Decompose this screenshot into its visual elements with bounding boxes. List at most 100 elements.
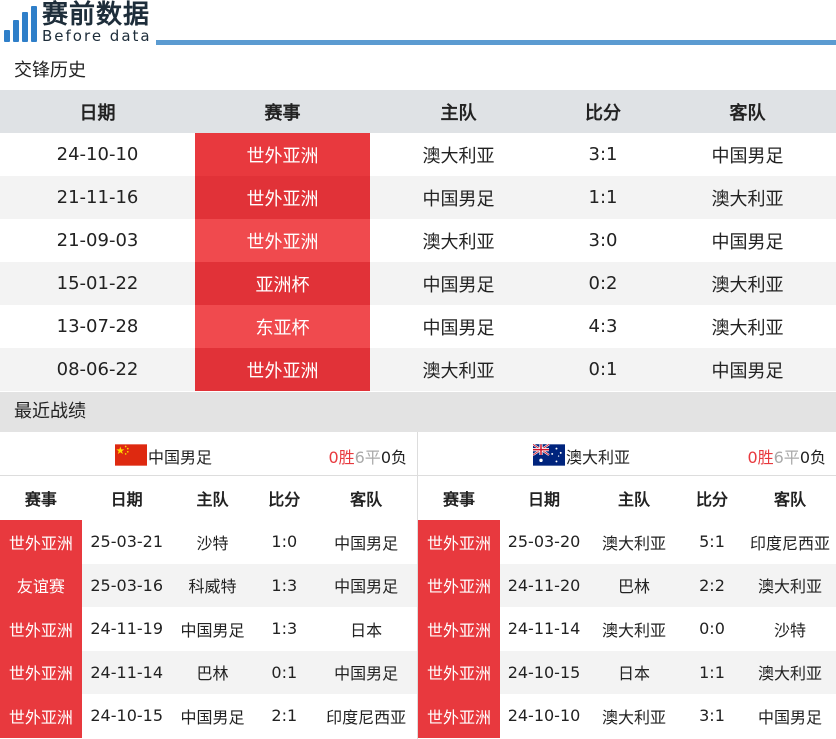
event-badge: 世外亚洲 [418,694,500,738]
event-badge: 世外亚洲 [0,520,82,564]
away-team: 澳大利亚 [711,188,784,210]
away-team: 中国男足 [334,577,399,597]
home-team: 巴林 [617,577,650,597]
recent-row[interactable]: 世外亚洲 24-11-19 中国男足 1:3 日本 [0,607,417,651]
team-name: 中国男足 [148,448,213,467]
match-score: 3:1 [699,706,725,726]
match-score: 0:0 [699,619,725,639]
recent-row[interactable]: 世外亚洲 24-10-10 澳大利亚 3:1 中国男足 [418,694,836,738]
h2h-row[interactable]: 21-11-16 世外亚洲 中国男足 1:1 澳大利亚 [0,176,836,219]
column-header-event: 赛事 [264,102,301,124]
recent-row[interactable]: 世外亚洲 25-03-20 澳大利亚 5:1 印度尼西亚 [418,520,836,564]
match-date: 24-10-15 [507,662,581,682]
column-header-home: 主队 [440,102,477,124]
recent-row[interactable]: 世外亚洲 25-03-21 沙特 1:0 中国男足 [0,520,417,564]
h2h-row[interactable]: 15-01-22 亚洲杯 中国男足 0:2 澳大利亚 [0,262,836,305]
match-date: 24-10-10 [507,706,581,726]
match-date: 24-11-20 [507,575,581,595]
team-name: 澳大利亚 [566,448,631,467]
match-date: 15-01-22 [56,273,139,294]
home-team: 澳大利亚 [601,707,666,727]
match-score: 5:1 [699,532,725,552]
team-record: 0胜6平0负 [747,444,826,468]
home-team: 科威特 [188,577,237,597]
match-date: 24-10-10 [56,144,139,165]
match-score: 1:1 [588,187,618,208]
event-badge: 世外亚洲 [418,563,500,607]
event-badge: 世外亚洲 [418,520,500,564]
team-record: 0胜6平0负 [328,444,407,468]
header-divider [156,40,836,45]
match-date: 25-03-21 [90,532,163,552]
record-wins: 0胜 [747,448,774,467]
h2h-row[interactable]: 21-09-03 世外亚洲 澳大利亚 3:0 中国男足 [0,219,836,262]
recent-panel-china: 中国男足 0胜6平0负 赛事 日期 主队 比分 客队 世外亚洲 25-03-21… [0,432,418,739]
away-team: 澳大利亚 [711,317,784,339]
record-draws: 6平 [354,448,381,467]
recent-section-title: 最近战绩 [0,392,836,432]
column-header-away: 客队 [773,490,806,509]
home-team: 中国男足 [180,707,245,727]
away-team: 中国男足 [757,707,822,727]
recent-row[interactable]: 友谊赛 25-03-16 科威特 1:3 中国男足 [0,563,417,607]
logo-title: 赛前数据 [42,0,151,30]
column-header-home: 主队 [196,490,229,509]
match-score: 1:1 [699,662,725,682]
away-team: 中国男足 [711,231,784,253]
h2h-row[interactable]: 24-10-10 世外亚洲 澳大利亚 3:1 中国男足 [0,133,836,176]
recent-panel-australia: 澳大利亚 0胜6平0负 赛事 日期 主队 比分 客队 世外亚洲 25-03-20… [418,432,836,739]
match-date: 25-03-16 [90,575,163,595]
home-team: 日本 [617,664,650,684]
away-team: 印度尼西亚 [749,533,830,553]
match-score: 1:3 [271,619,298,639]
match-score: 2:1 [271,706,298,726]
event-badge: 世外亚洲 [418,607,500,651]
home-team: 中国男足 [422,188,495,210]
record-wins: 0胜 [328,448,355,467]
recent-table-header: 赛事 日期 主队 比分 客队 [418,476,836,520]
home-team: 中国男足 [180,620,245,640]
column-header-away: 客队 [350,490,383,509]
match-score: 1:0 [271,532,298,552]
h2h-section-title: 交锋历史 [14,60,86,81]
match-date: 24-11-19 [90,619,163,639]
event-badge: 世外亚洲 [0,607,82,651]
australia-flag-icon [533,444,565,466]
match-score: 4:3 [588,316,618,337]
recent-row[interactable]: 世外亚洲 24-11-14 澳大利亚 0:0 沙特 [418,607,836,651]
event-badge: 世外亚洲 [195,176,370,219]
column-header-date: 日期 [79,102,116,124]
record-draws: 6平 [773,448,800,467]
event-badge: 世外亚洲 [0,650,82,694]
event-badge: 亚洲杯 [195,262,370,305]
recent-row[interactable]: 世外亚洲 24-11-20 巴林 2:2 澳大利亚 [418,563,836,607]
match-score: 1:3 [271,575,298,595]
column-header-score: 比分 [268,490,301,509]
recent-row[interactable]: 世外亚洲 24-10-15 中国男足 2:1 印度尼西亚 [0,694,417,738]
column-header-away: 客队 [729,102,766,124]
team-summary: 中国男足 0胜6平0负 [0,432,417,476]
home-team: 澳大利亚 [422,231,495,253]
header: 赛前数据 Before data [0,0,836,52]
match-date: 21-11-16 [56,187,139,208]
home-team: 澳大利亚 [601,620,666,640]
event-badge: 友谊赛 [0,563,82,607]
away-team: 澳大利亚 [757,664,822,684]
away-team: 澳大利亚 [757,577,822,597]
recent-row[interactable]: 世外亚洲 24-11-14 巴林 0:1 中国男足 [0,650,417,694]
away-team: 印度尼西亚 [326,707,407,727]
match-score: 0:1 [271,662,298,682]
home-team: 沙特 [196,533,229,553]
h2h-row[interactable]: 08-06-22 世外亚洲 澳大利亚 0:1 中国男足 [0,348,836,391]
away-team: 中国男足 [334,533,399,553]
away-team: 沙特 [773,620,806,640]
h2h-row[interactable]: 13-07-28 东亚杯 中国男足 4:3 澳大利亚 [0,305,836,348]
match-score: 3:1 [588,144,618,165]
match-date: 24-10-15 [90,706,163,726]
logo-subtitle: Before data [42,27,152,45]
column-header-home: 主队 [617,490,650,509]
recent-row[interactable]: 世外亚洲 24-10-15 日本 1:1 澳大利亚 [418,650,836,694]
match-date: 13-07-28 [56,316,139,337]
event-badge: 世外亚洲 [195,219,370,262]
match-score: 3:0 [588,230,618,251]
